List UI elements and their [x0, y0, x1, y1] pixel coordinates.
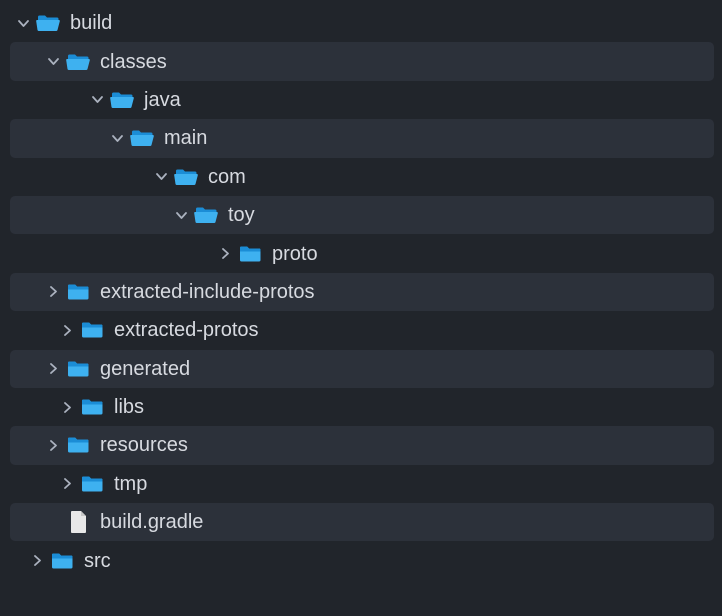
chevron-down-icon — [172, 206, 190, 224]
tree-item-libs[interactable]: libs — [0, 388, 722, 426]
chevron-down-icon — [152, 168, 170, 186]
tree-item-tmp[interactable]: tmp — [0, 465, 722, 503]
chevron-down-icon — [108, 129, 126, 147]
chevron-right-icon — [216, 245, 234, 263]
folder-closed-icon — [50, 549, 74, 573]
tree-item-build[interactable]: build — [0, 4, 722, 42]
folder-closed-icon — [66, 433, 90, 457]
tree-item-main[interactable]: main — [10, 119, 714, 157]
folder-closed-icon — [80, 318, 104, 342]
chevron-right-icon — [58, 398, 76, 416]
tree-item-classes[interactable]: classes — [10, 42, 714, 80]
tree-item-label: src — [84, 551, 111, 571]
tree-item-extracted-protos[interactable]: extracted-protos — [0, 311, 722, 349]
tree-item-label: extracted-include-protos — [100, 282, 315, 302]
chevron-right-icon — [44, 283, 62, 301]
folder-closed-icon — [66, 280, 90, 304]
tree-item-label: libs — [114, 397, 144, 417]
tree-item-label: build — [70, 13, 112, 33]
folder-open-icon — [66, 50, 90, 74]
tree-item-label: main — [164, 128, 207, 148]
folder-closed-icon — [80, 395, 104, 419]
tree-item-resources[interactable]: resources — [10, 426, 714, 464]
folder-closed-icon — [66, 357, 90, 381]
tree-item-label: build.gradle — [100, 512, 203, 532]
tree-item-label: classes — [100, 52, 167, 72]
tree-item-label: tmp — [114, 474, 147, 494]
tree-item-label: toy — [228, 205, 255, 225]
chevron-down-icon — [44, 53, 62, 71]
tree-item-java[interactable]: java — [0, 81, 722, 119]
chevron-right-icon — [44, 360, 62, 378]
tree-item-label: extracted-protos — [114, 320, 259, 340]
folder-closed-icon — [238, 242, 262, 266]
tree-item-label: com — [208, 167, 246, 187]
tree-item-proto[interactable]: proto — [0, 234, 722, 272]
chevron-right-icon — [58, 321, 76, 339]
tree-item-build-gradle[interactable]: build.gradle — [10, 503, 714, 541]
chevron-down-icon — [88, 91, 106, 109]
chevron-right-icon — [28, 552, 46, 570]
folder-open-icon — [130, 126, 154, 150]
folder-open-icon — [194, 203, 218, 227]
tree-item-label: proto — [272, 244, 318, 264]
tree-item-com[interactable]: com — [0, 158, 722, 196]
file-icon — [66, 510, 90, 534]
chevron-down-icon — [14, 14, 32, 32]
folder-open-icon — [174, 165, 198, 189]
folder-closed-icon — [80, 472, 104, 496]
tree-item-label: java — [144, 90, 181, 110]
chevron-right-icon — [58, 475, 76, 493]
tree-item-src[interactable]: src — [0, 541, 722, 579]
tree-item-generated[interactable]: generated — [10, 350, 714, 388]
folder-open-icon — [110, 88, 134, 112]
folder-open-icon — [36, 11, 60, 35]
tree-item-extracted-include-protos[interactable]: extracted-include-protos — [10, 273, 714, 311]
tree-item-toy[interactable]: toy — [10, 196, 714, 234]
chevron-right-icon — [44, 436, 62, 454]
tree-item-label: resources — [100, 435, 188, 455]
tree-item-label: generated — [100, 359, 190, 379]
